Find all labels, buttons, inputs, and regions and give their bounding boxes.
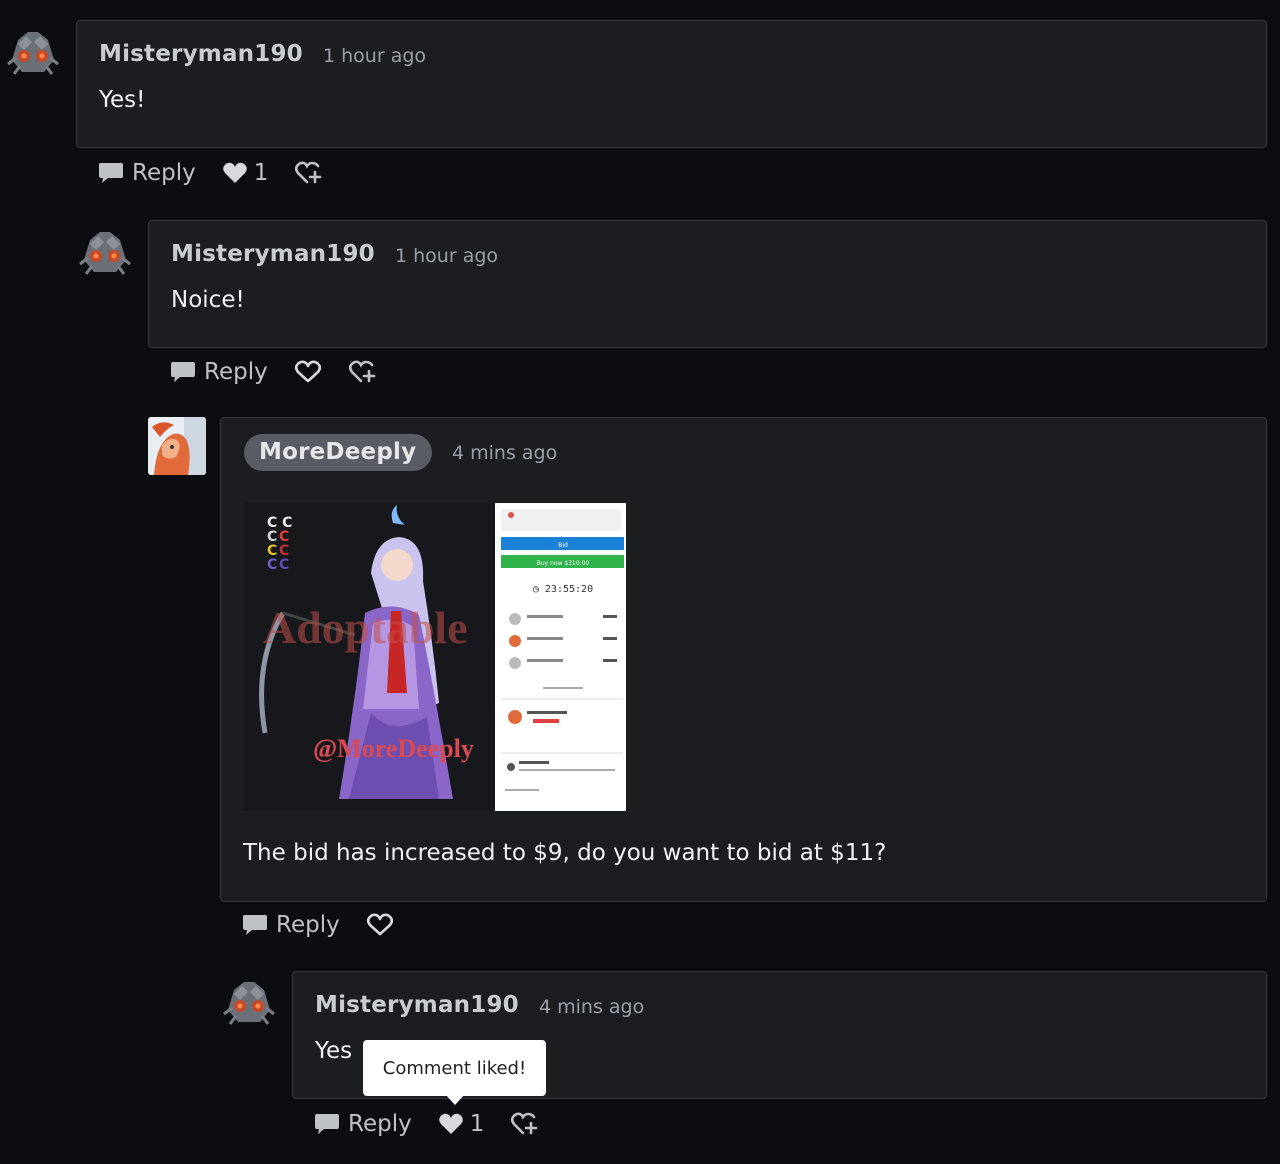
like-count: 1 [253,160,269,186]
like-button[interactable] [294,360,322,384]
avatar-character-icon [148,417,206,475]
comment-card: Misteryman190 1 hour ago Noice! [148,220,1267,348]
reply-label: Reply [276,912,340,938]
heart-icon [222,162,247,183]
tooltip-arrow [445,1094,465,1105]
comment-text: Yes [315,1038,353,1064]
comment-author[interactable]: Misteryman190 [99,41,303,67]
avatar[interactable] [76,220,134,278]
comment-timestamp[interactable]: 4 mins ago [452,442,557,464]
comment-author[interactable]: Misteryman190 [315,992,519,1018]
avatar[interactable] [220,970,278,1028]
reply-label: Reply [132,160,196,186]
heart-outline-icon [366,913,393,936]
comment-card: Misteryman190 1 hour ago Yes! [76,20,1267,148]
like-button[interactable] [366,913,394,937]
comment-timestamp[interactable]: 1 hour ago [395,245,498,267]
like-count: 1 [469,1111,485,1137]
comment-actions: Reply [170,354,378,390]
auction-timer: ◷ 23:55:20 [533,584,593,595]
comment-text: Noice! [171,287,245,313]
avatar-robot-icon [4,20,62,78]
watermark-text: Adoptable [263,602,467,653]
heart-icon [438,1113,463,1134]
comment-actions: Reply 1 [98,155,324,191]
comment-text: Yes! [99,87,146,113]
avatar-robot-icon [76,220,134,278]
buy-button-text: Buy now $310.00 [537,560,590,567]
comment-author-badge[interactable]: MoreDeeply [244,434,433,471]
bid-button-text: Bid [558,542,568,549]
comment-timestamp[interactable]: 1 hour ago [323,45,426,67]
ignite-icon [295,161,322,184]
ignite-button[interactable] [348,359,378,385]
adoptable-artwork: C C C C C C C C Adoptable @MoreDeeply Bi… [243,503,626,811]
like-button[interactable]: 1 [222,160,269,186]
comment-bubble-icon [315,1114,339,1134]
reply-button[interactable]: Reply [242,912,340,938]
heart-outline-icon [294,360,321,383]
comment-timestamp[interactable]: 4 mins ago [539,996,644,1018]
svg-text:C: C [279,557,289,573]
reply-button[interactable]: Reply [170,359,268,385]
comment-attachment-image[interactable]: C C C C C C C C Adoptable @MoreDeeply Bi… [243,503,626,811]
reply-button[interactable]: Reply [98,160,196,186]
avatar[interactable] [4,20,62,78]
comment-actions: Reply [242,907,394,943]
watermark-handle: @MoreDeeply [313,734,474,763]
ignite-button[interactable] [510,1111,540,1137]
avatar-robot-icon [220,970,278,1028]
reply-label: Reply [348,1111,412,1137]
like-tooltip: Comment liked! [363,1040,546,1096]
svg-text:C: C [267,557,277,573]
comment-actions: Reply 1 [314,1106,540,1142]
like-button[interactable]: 1 [438,1111,485,1137]
comment-bubble-icon [171,362,195,382]
avatar[interactable] [148,417,206,475]
comment-text: The bid has increased to $9, do you want… [243,840,887,866]
reply-label: Reply [204,359,268,385]
reply-button[interactable]: Reply [314,1111,412,1137]
comment-bubble-icon [243,915,267,935]
ignite-icon [348,360,376,383]
comment-bubble-icon [99,163,123,183]
ignite-icon [511,1112,538,1135]
ignite-button[interactable] [294,160,324,186]
comment-author[interactable]: Misteryman190 [171,241,375,267]
